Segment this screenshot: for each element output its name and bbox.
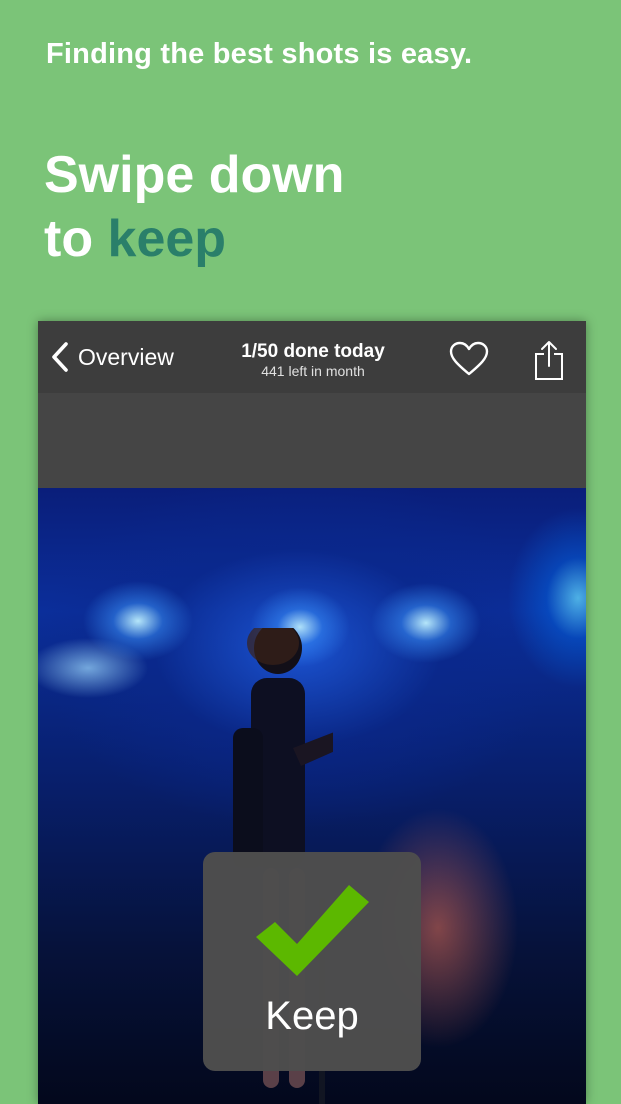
concert-photo[interactable]: Keep — [38, 488, 586, 1104]
keep-overlay[interactable]: Keep — [203, 852, 421, 1071]
progress-title: 1/50 done today — [241, 341, 385, 362]
progress-status: 1/50 done today 441 left in month — [208, 341, 418, 379]
headline-keyword: keep — [107, 210, 227, 268]
photo-top-spacer — [38, 393, 586, 488]
phone-screen: Overview 1/50 done today 441 left in mon… — [38, 321, 586, 1104]
checkmark-icon — [256, 885, 369, 976]
progress-subtitle: 441 left in month — [261, 363, 365, 379]
promo-headline: Swipe down to keep — [44, 143, 344, 271]
keep-label: Keep — [265, 994, 359, 1038]
back-button[interactable]: Overview — [50, 337, 174, 377]
promo-tagline: Finding the best shots is easy. — [46, 38, 473, 70]
headline-to: to — [44, 210, 94, 268]
headline-line1: Swipe down — [44, 146, 345, 204]
chevron-left-icon — [50, 341, 70, 373]
heart-icon[interactable] — [449, 341, 489, 382]
back-label: Overview — [78, 343, 174, 370]
share-icon[interactable] — [533, 339, 565, 386]
headline-line2: to keep — [44, 207, 344, 271]
navigation-bar: Overview 1/50 done today 441 left in mon… — [38, 321, 586, 393]
